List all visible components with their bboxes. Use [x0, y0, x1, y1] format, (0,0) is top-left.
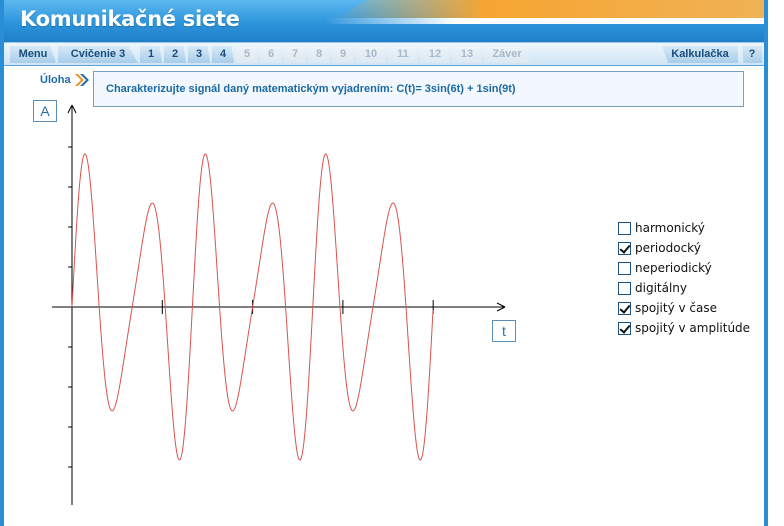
double-chevron-icon: [75, 74, 89, 86]
nav-item-8: 8: [308, 46, 330, 63]
nav-item-6: 6: [260, 46, 282, 63]
option-checkbox[interactable]: [618, 221, 631, 235]
nav-item-4[interactable]: 4: [212, 46, 234, 63]
option-label: digitálny: [635, 281, 688, 295]
option-label: spojitý v amplitúde: [635, 321, 751, 335]
app-title: Komunikačné siete: [20, 7, 240, 31]
option-row[interactable]: neperiodický: [618, 258, 750, 278]
header-highlight: [324, 18, 764, 24]
option-checkbox[interactable]: [618, 241, 631, 255]
nav-item-3[interactable]: 3: [188, 46, 210, 63]
option-row[interactable]: harmonický: [618, 218, 750, 238]
option-checkbox[interactable]: [618, 321, 631, 335]
task-label: Úloha: [40, 74, 71, 86]
nav-item-7: 7: [284, 46, 306, 63]
nav-item-10: 10: [356, 46, 386, 63]
task-text: Charakterizujte signál daný matematickým…: [106, 83, 516, 95]
nav-item-cvičenie-3[interactable]: Cvičenie 3: [58, 46, 138, 63]
bottom-strip: [4, 516, 764, 526]
nav-item-záver: Záver: [484, 46, 530, 63]
nav-item-9: 9: [332, 46, 354, 63]
nav-item-12: 12: [420, 46, 450, 63]
option-row[interactable]: digitálny: [618, 278, 750, 298]
nav-bar: Menu Cvičenie 3 1 2 3 4 5 6 7 8 9 10 11 12 13 Záver Kal…: [4, 42, 764, 66]
option-checkbox[interactable]: [618, 301, 631, 315]
option-checkbox[interactable]: [618, 261, 631, 275]
header-accent-stripe: [334, 0, 764, 18]
option-checkbox[interactable]: [618, 281, 631, 295]
option-row[interactable]: spojitý v čase: [618, 298, 750, 318]
nav-item-5: 5: [236, 46, 258, 63]
help-button[interactable]: ?: [742, 46, 762, 63]
option-label: spojitý v čase: [635, 301, 718, 315]
option-label: periodocký: [635, 241, 701, 255]
option-label: neperiodický: [635, 261, 712, 275]
option-row[interactable]: periodocký: [618, 238, 750, 258]
app-window: Komunikačné siete Menu Cvičenie 312345678…: [0, 0, 768, 526]
signal-chart: [52, 104, 506, 505]
nav-item-13: 13: [452, 46, 482, 63]
option-row[interactable]: spojitý v amplitúde: [618, 318, 750, 338]
nav-item-2[interactable]: 2: [164, 46, 186, 63]
app-header: Komunikačné siete: [4, 0, 764, 42]
option-label: harmonický: [635, 221, 705, 235]
nav-item-11: 11: [388, 46, 418, 63]
nav-item-menu[interactable]: Menu: [10, 46, 56, 63]
nav-item-1[interactable]: 1: [140, 46, 162, 63]
calculator-button[interactable]: Kalkulačka: [662, 46, 738, 63]
signal-properties-checklist: harmonický periodocký neperiodický digitáln…: [618, 218, 750, 338]
